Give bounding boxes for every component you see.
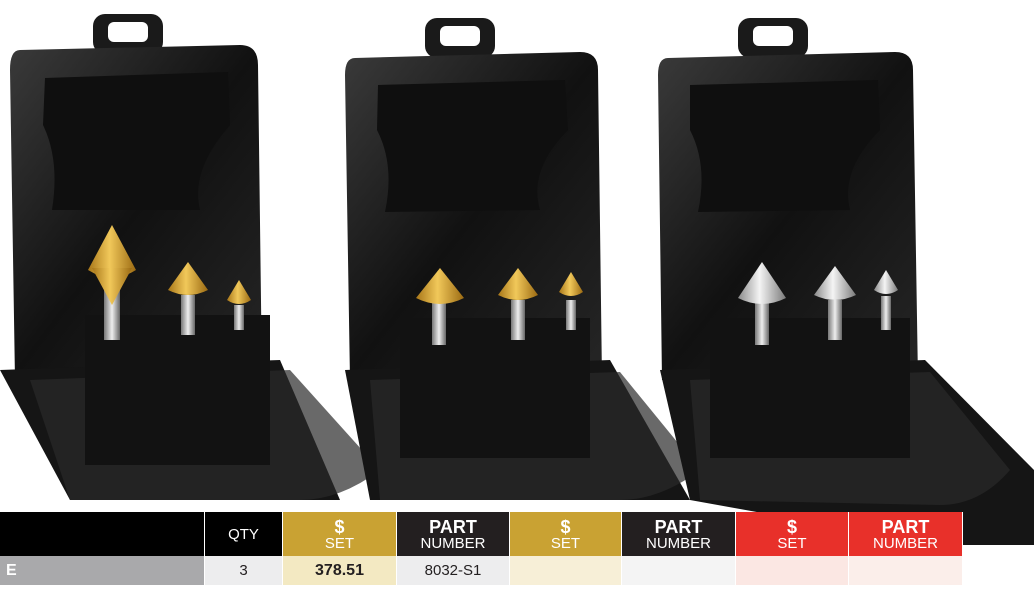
- product-photo: [0, 0, 1034, 585]
- row-set-price-2: [510, 556, 622, 585]
- header-part-2: PART NUMBER: [622, 512, 736, 556]
- header-part-3: PART NUMBER: [849, 512, 963, 556]
- number-label: NUMBER: [645, 534, 711, 552]
- header-set-2: $ SET: [510, 512, 622, 556]
- part-label: PART: [881, 516, 930, 537]
- set-label: SET: [777, 534, 807, 552]
- row-part-number-3: [849, 556, 963, 585]
- part-label: PART: [429, 516, 477, 537]
- set-label: SET: [550, 534, 581, 552]
- price-table: QTY $ SET PART NUMBER $ SET PART NUMBER …: [0, 512, 963, 585]
- header-qty: QTY: [205, 512, 283, 556]
- case-1: [0, 14, 380, 500]
- dollar-symbol: $: [786, 516, 797, 537]
- table-row: E 3 378.51 8032-S1: [0, 556, 963, 585]
- dollar-symbol: $: [334, 516, 345, 537]
- row-label: E: [0, 556, 205, 585]
- set-label: SET: [324, 534, 355, 552]
- header-part-1: PART NUMBER: [397, 512, 510, 556]
- header-set-3: $ SET: [736, 512, 849, 556]
- part-label: PART: [654, 516, 703, 537]
- dollar-symbol: $: [560, 516, 571, 537]
- header-label-cell: [0, 512, 205, 556]
- row-part-number-1: 8032-S1: [397, 556, 510, 585]
- countersink-cases-image: [0, 14, 1034, 545]
- row-set-price-1: 378.51: [283, 556, 397, 585]
- qty-label: QTY: [228, 525, 259, 543]
- table-header: QTY $ SET PART NUMBER $ SET PART NUMBER …: [0, 512, 963, 556]
- number-label: NUMBER: [872, 534, 938, 552]
- row-qty: 3: [205, 556, 283, 585]
- case-2: [345, 18, 700, 500]
- number-label: NUMBER: [420, 534, 486, 552]
- case-3: [658, 18, 1034, 545]
- row-part-number-2: [622, 556, 736, 585]
- header-set-1: $ SET: [283, 512, 397, 556]
- row-set-price-3: [736, 556, 849, 585]
